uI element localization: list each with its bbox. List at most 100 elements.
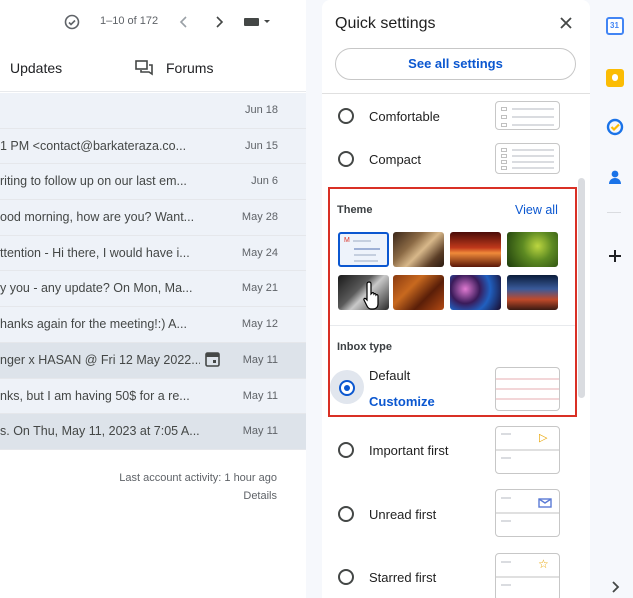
theme-tile-default[interactable]: M: [338, 232, 389, 267]
theme-tile-autumn[interactable]: [393, 275, 444, 310]
theme-tile-chess[interactable]: [393, 232, 444, 267]
inbox-default-preview: [495, 367, 560, 411]
details-link[interactable]: Details: [119, 487, 277, 505]
preview-line: [501, 497, 511, 499]
theme-tile-bokeh[interactable]: [450, 275, 501, 310]
email-snippet: nger x HASAN @ Fri 12 May 2022...: [0, 352, 200, 367]
email-date: May 11: [242, 389, 278, 402]
keep-bulb: [612, 74, 618, 81]
preview-checkbox: [501, 123, 507, 127]
email-date: May 28: [241, 211, 278, 224]
email-row[interactable]: s. On Thu, May 11, 2023 at 7:05 A... May …: [0, 414, 306, 450]
radio-button[interactable]: [338, 108, 354, 124]
email-row[interactable]: ood morning, how are you? Want... May 28: [0, 200, 306, 236]
preview-checkbox: [501, 160, 507, 164]
account-activity: Last account activity: 1 hour ago Detail…: [119, 469, 277, 505]
email-snippet: hanks again for the meeting!:) A...: [0, 317, 187, 332]
email-row[interactable]: nks, but I am having 50$ for a re... May …: [0, 378, 306, 415]
customize-link[interactable]: Customize: [369, 394, 435, 409]
preview-line: [496, 449, 559, 451]
side-app-rail: 31: [596, 0, 633, 598]
theme-tile-sunset[interactable]: [450, 232, 501, 267]
email-date: May 24: [241, 246, 278, 259]
preview-checkbox: [501, 107, 507, 111]
preview-line: [496, 378, 559, 380]
theme-tile-keyboard[interactable]: [338, 275, 389, 310]
tab-updates[interactable]: Updates: [10, 60, 62, 76]
email-row[interactable]: nger x HASAN @ Fri 12 May 2022... May 11: [0, 342, 306, 379]
keyboard-icon[interactable]: [243, 13, 273, 31]
rail-divider: [607, 212, 621, 213]
preview-line: [512, 124, 554, 126]
email-row[interactable]: riting to follow up on our last em... Jun…: [0, 164, 306, 201]
email-row[interactable]: hanks again for the meeting!:) A... May 1…: [0, 307, 306, 343]
email-row[interactable]: y you - any update? On Mon, Ma... May 21: [0, 271, 306, 308]
inbox-starred-preview: ☆: [495, 553, 560, 598]
preview-line: [501, 520, 511, 522]
mail-icon: [538, 495, 552, 513]
calendar-day-text: 31: [610, 21, 619, 30]
preview-checkbox: [501, 166, 507, 170]
preview-line: [501, 433, 511, 435]
panel-scrollbar[interactable]: [578, 178, 585, 398]
preview-line: [496, 576, 559, 578]
email-date: May 12: [241, 318, 278, 331]
preview-line: [512, 116, 554, 118]
email-row[interactable]: Jun 18: [0, 93, 306, 129]
quick-settings-title: Quick settings: [335, 15, 436, 32]
check-circle-icon[interactable]: [63, 13, 81, 31]
hand-cursor-icon: [362, 280, 384, 315]
radio-button[interactable]: [338, 569, 354, 585]
inbox-unread-preview: [495, 489, 560, 537]
radio-button[interactable]: [338, 151, 354, 167]
preview-line: [512, 108, 554, 110]
mail-list-pane: 1–10 of 172 Updates Forums Jun 18 1 PM <…: [0, 0, 306, 598]
tab-forums[interactable]: Forums: [166, 60, 213, 76]
see-all-settings-button[interactable]: See all settings: [335, 48, 576, 80]
close-icon[interactable]: [557, 14, 575, 32]
preview-line: [501, 584, 511, 586]
chevron-right-icon[interactable]: [210, 13, 228, 31]
inbox-important-first-label: Important first: [369, 443, 449, 458]
email-snippet: 1 PM <contact@barkateraza.co...: [0, 138, 187, 153]
preview-line: [354, 254, 376, 256]
radio-button[interactable]: [338, 442, 354, 458]
email-date: May 11: [242, 425, 278, 438]
email-row[interactable]: 1 PM <contact@barkateraza.co... Jun 15: [0, 128, 306, 165]
calendar-event-icon[interactable]: [205, 351, 220, 367]
preview-line: [496, 512, 559, 514]
email-snippet: ood morning, how are you? Want...: [0, 210, 195, 225]
calendar-icon[interactable]: 31: [606, 17, 624, 35]
inbox-starred-first-label: Starred first: [369, 570, 437, 585]
contacts-icon[interactable]: [606, 168, 624, 186]
theme-section-title: Theme: [337, 204, 373, 216]
keep-icon[interactable]: [606, 69, 624, 87]
expand-icon[interactable]: [606, 578, 624, 596]
email-date: May 21: [241, 282, 278, 295]
activity-text: Last account activity: 1 hour ago: [119, 472, 277, 484]
density-compact-label: Compact: [369, 152, 422, 167]
inbox-type-section-title: Inbox type: [337, 341, 393, 353]
plus-icon[interactable]: [606, 247, 624, 265]
radio-button[interactable]: [338, 506, 354, 522]
email-row[interactable]: ttention - Hi there, I would have i... Ma…: [0, 235, 306, 272]
inbox-default-label: Default: [369, 368, 411, 383]
density-comfortable-label: Comfortable: [369, 109, 440, 124]
preview-line: [512, 167, 554, 169]
tasks-icon[interactable]: [606, 118, 624, 136]
inbox-default-radio[interactable]: [339, 380, 355, 396]
inbox-unread-first-label: Unread first: [369, 507, 437, 522]
email-date: Jun 15: [244, 139, 278, 152]
pager-text: 1–10 of 172: [100, 15, 159, 27]
email-snippet: nks, but I am having 50$ for a re...: [0, 388, 190, 403]
email-snippet: y you - any update? On Mon, Ma...: [0, 281, 193, 296]
important-marker-icon: ▷: [539, 432, 548, 444]
chevron-left-icon[interactable]: [175, 13, 193, 31]
density-compact-preview: [495, 143, 560, 174]
theme-tile-canyon[interactable]: [507, 275, 558, 310]
email-date: May 11: [242, 353, 278, 366]
theme-tile-leaf[interactable]: [507, 232, 558, 267]
email-snippet: s. On Thu, May 11, 2023 at 7:05 A...: [0, 424, 200, 439]
theme-view-all-link[interactable]: View all: [515, 203, 558, 217]
email-snippet: riting to follow up on our last em...: [0, 174, 187, 189]
